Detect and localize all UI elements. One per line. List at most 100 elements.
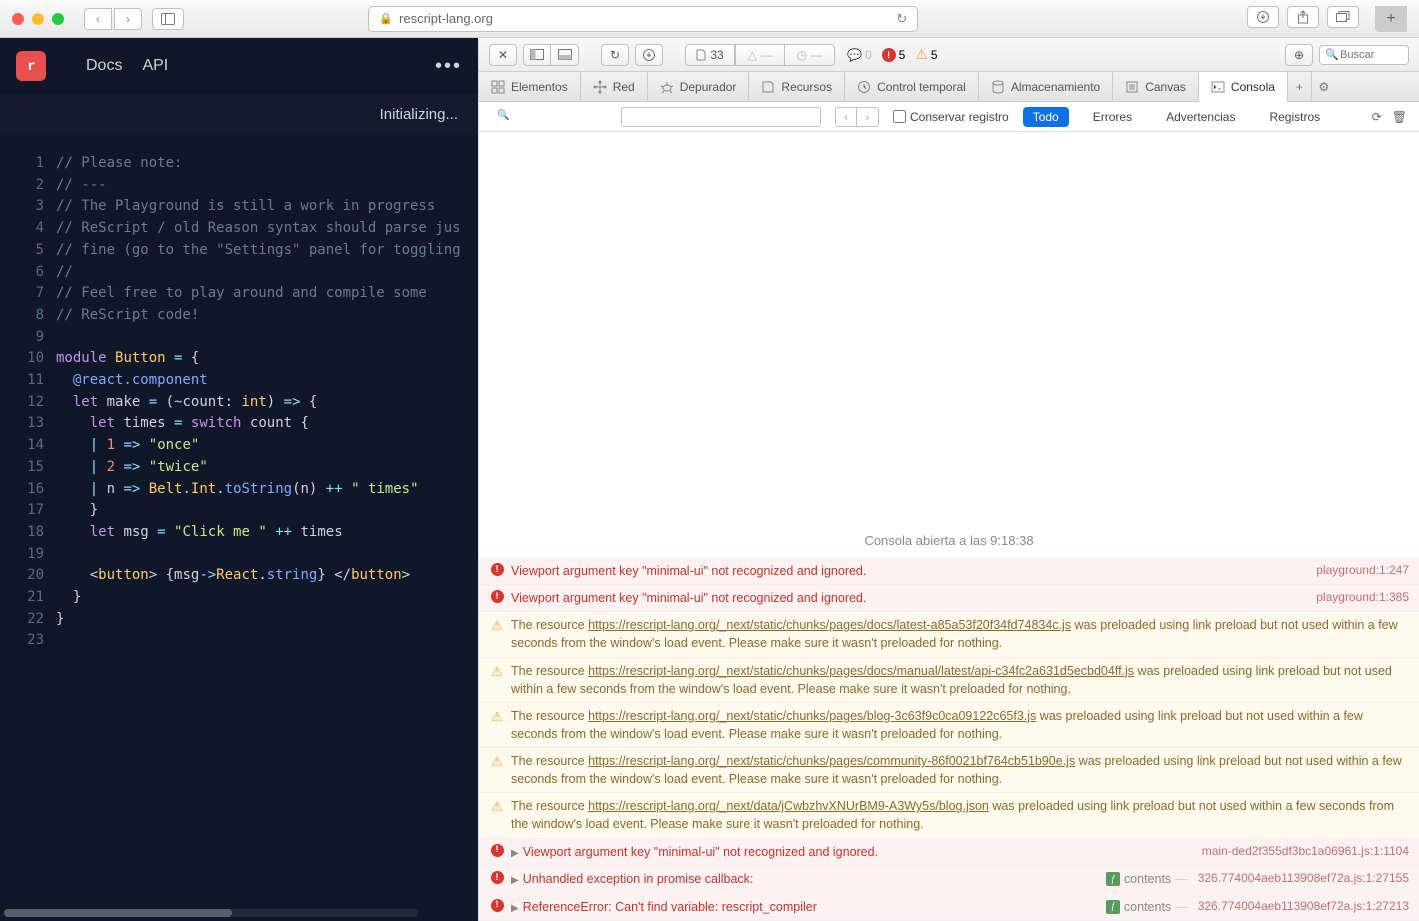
filter-errors-button[interactable]: Errores [1083, 107, 1142, 127]
code-line: 10module Button = { [0, 348, 478, 370]
code-line: 7// Feel free to play around and compile… [0, 283, 478, 305]
console-err-row[interactable]: !▶Unhandled exception in promise callbac… [479, 866, 1419, 894]
add-tab-button[interactable]: + [1288, 72, 1312, 101]
tab-control-temporal[interactable]: Control temporal [845, 72, 979, 101]
code-line: 18 let msg = "Click me " ++ times [0, 522, 478, 544]
close-window-button[interactable] [12, 13, 24, 25]
editor-status: Initializing... [0, 94, 478, 135]
console-clear-icon[interactable]: 🗑 [1392, 110, 1407, 124]
back-button[interactable]: ‹ [84, 8, 112, 30]
debugger-icon [660, 80, 674, 94]
rescript-logo[interactable]: r [16, 51, 46, 81]
download-button[interactable] [635, 44, 663, 66]
filter-warnings-button[interactable]: Advertencias [1156, 107, 1245, 127]
code-line: 22} [0, 609, 478, 631]
preserve-log-checkbox[interactable]: Conservar registro [893, 110, 1009, 124]
code-line: 19 [0, 544, 478, 566]
timing-button-1[interactable]: △ — [735, 44, 785, 66]
tabs-button[interactable] [1327, 6, 1359, 28]
editor-pane: r Docs API ••• Initializing... 1// Pleas… [0, 38, 478, 921]
filter-next-button[interactable]: › [857, 107, 879, 127]
filter-logs-button[interactable]: Registros [1259, 107, 1330, 127]
tab-consola[interactable]: Consola [1199, 72, 1288, 102]
refresh-icon[interactable]: ↻ [896, 11, 907, 27]
share-button[interactable] [1287, 6, 1319, 28]
network-icon [593, 80, 607, 94]
console-filter-bar: 🔍 ‹ › Conservar registro Todo Errores Ad… [479, 102, 1419, 132]
code-editor[interactable]: 1// Please note:2// ---3// The Playgroun… [0, 143, 478, 921]
editor-menu-button[interactable]: ••• [435, 55, 462, 78]
tab-canvas[interactable]: Canvas [1113, 72, 1199, 101]
code-line: 17 } [0, 500, 478, 522]
code-line: 11 @react.component [0, 370, 478, 392]
code-line: 13 let times = switch count { [0, 413, 478, 435]
code-line: 16 | n => Belt.Int.toString(n) ++ " time… [0, 479, 478, 501]
code-line: 5// fine (go to the "Settings" panel for… [0, 240, 478, 262]
address-bar[interactable]: 🔒 rescript-lang.org ↻ [368, 6, 918, 32]
sidebar-toggle-button[interactable] [152, 8, 184, 30]
horizontal-scrollbar[interactable] [4, 909, 418, 917]
filter-prev-button[interactable]: ‹ [835, 107, 857, 127]
tab-red[interactable]: Red [581, 72, 648, 101]
console-log: !Viewport argument key "minimal-ui" not … [479, 558, 1419, 921]
console-err-row[interactable]: !▶Viewport argument key "minimal-ui" not… [479, 839, 1419, 867]
code-line: 12 let make = (~count: int) => { [0, 392, 478, 414]
nav-api[interactable]: API [142, 57, 168, 75]
elements-icon [491, 80, 505, 94]
code-line: 4// ReScript / old Reason syntax should … [0, 218, 478, 240]
devtools-toolbar: ✕ ↻ 33 △ — ◷ — 💬0 !5 ⚠5 [479, 38, 1419, 72]
maximize-window-button[interactable] [52, 13, 64, 25]
code-line: 9 [0, 327, 478, 349]
dock-left-button[interactable] [523, 44, 551, 66]
console-err-row[interactable]: !▶ReferenceError: Can't find variable: r… [479, 894, 1419, 921]
forward-button[interactable]: › [114, 8, 142, 30]
console-filter-input[interactable] [621, 107, 821, 127]
storage-icon [991, 80, 1005, 94]
console-warn-row[interactable]: ⚠The resource https://rescript-lang.org/… [479, 612, 1419, 657]
lock-icon: 🔒 [379, 12, 393, 25]
console-warn-row[interactable]: ⚠The resource https://rescript-lang.org/… [479, 748, 1419, 793]
code-line: 15 | 2 => "twice" [0, 457, 478, 479]
resource-count-button[interactable]: 33 [685, 44, 735, 66]
devtools-pane: ✕ ↻ 33 △ — ◷ — 💬0 !5 ⚠5 [478, 38, 1419, 921]
nav-docs[interactable]: Docs [86, 57, 122, 75]
timeline-icon [857, 80, 871, 94]
timing-button-2[interactable]: ◷ — [785, 44, 835, 66]
code-line: 3// The Playground is still a work in pr… [0, 196, 478, 218]
code-line: 1// Please note: [0, 153, 478, 175]
close-devtools-button[interactable]: ✕ [489, 44, 517, 66]
resources-icon [761, 80, 775, 94]
dock-bottom-button[interactable] [551, 44, 579, 66]
new-tab-button[interactable]: + [1375, 6, 1407, 32]
tab-elementos[interactable]: Elementos [479, 72, 581, 101]
code-line: 14 | 1 => "once" [0, 435, 478, 457]
console-err-row[interactable]: !Viewport argument key "minimal-ui" not … [479, 558, 1419, 585]
code-line: 8// ReScript code! [0, 305, 478, 327]
console-err-row[interactable]: !Viewport argument key "minimal-ui" not … [479, 585, 1419, 612]
console-warn-row[interactable]: ⚠The resource https://rescript-lang.org/… [479, 793, 1419, 838]
inspect-button[interactable]: ⊕ [1285, 44, 1313, 66]
console-warn-row[interactable]: ⚠The resource https://rescript-lang.org/… [479, 658, 1419, 703]
window-controls [12, 13, 64, 25]
tab-almacenamiento[interactable]: Almacenamiento [979, 72, 1113, 101]
filter-all-button[interactable]: Todo [1023, 107, 1069, 127]
console-warn-row[interactable]: ⚠The resource https://rescript-lang.org/… [479, 703, 1419, 748]
minimize-window-button[interactable] [32, 13, 44, 25]
devtools-settings-button[interactable]: ⚙ [1312, 72, 1336, 101]
code-line: 2// --- [0, 175, 478, 197]
code-line: 23 [0, 630, 478, 652]
devtools-tabs: ElementosRedDepuradorRecursosControl tem… [479, 72, 1419, 102]
editor-header: r Docs API ••• [0, 38, 478, 94]
console-icon [1211, 80, 1225, 94]
code-line: 21 } [0, 587, 478, 609]
console-status: Consola abierta a las 9:18:38 [479, 132, 1419, 558]
tab-recursos[interactable]: Recursos [749, 72, 845, 101]
browser-chrome: ‹ › 🔒 rescript-lang.org ↻ + [0, 0, 1419, 38]
tab-depurador[interactable]: Depurador [648, 72, 750, 101]
code-line: 20 <button> {msg->React.string} </button… [0, 565, 478, 587]
canvas-icon [1125, 80, 1139, 94]
url-text: rescript-lang.org [399, 11, 493, 26]
console-refresh-icon[interactable]: ⟳ [1372, 110, 1382, 124]
downloads-button[interactable] [1247, 6, 1279, 28]
reload-button[interactable]: ↻ [601, 44, 629, 66]
